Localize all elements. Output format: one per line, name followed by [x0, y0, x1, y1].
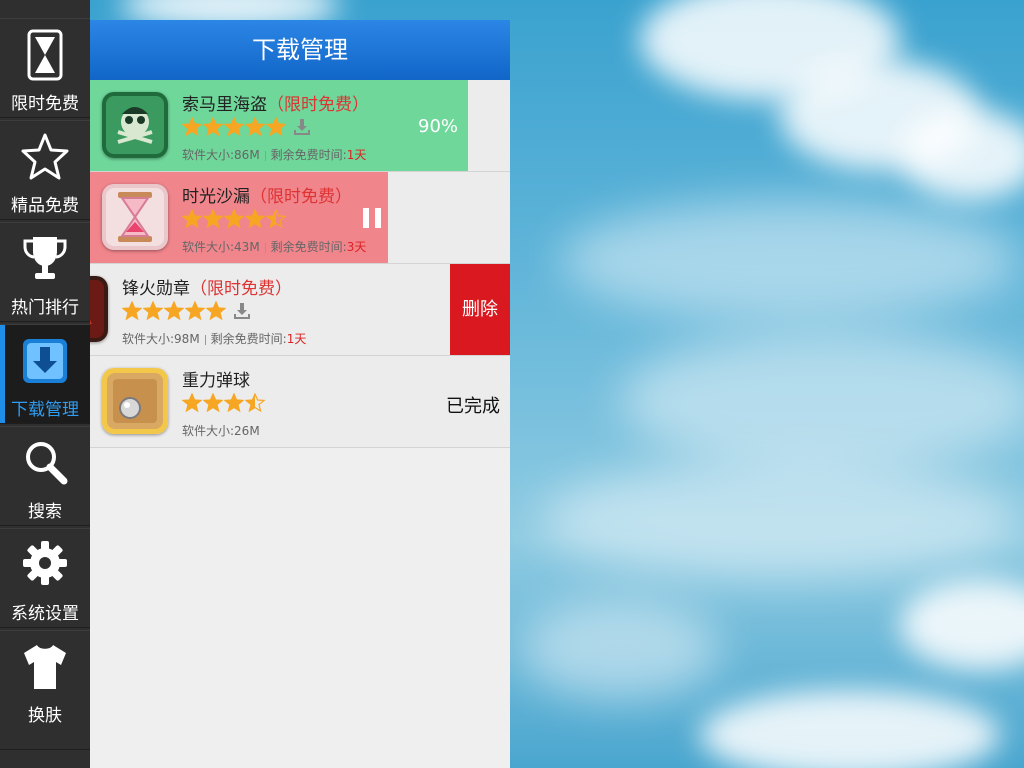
app-size: 软件大小:98M: [122, 332, 200, 346]
star-icon: [224, 392, 244, 412]
app-meta: 软件大小:98M 剩余免费时间:1天: [122, 330, 306, 347]
panel-header: 下载管理: [90, 20, 510, 80]
star-icon: [182, 392, 202, 412]
download-row-gravity-ball[interactable]: 重力弹球 软件大小:26M 已完成: [90, 356, 510, 448]
limited-free-tag: （限时免费）: [250, 187, 352, 207]
pause-icon[interactable]: [363, 208, 381, 228]
app-size: 软件大小:26M: [182, 424, 260, 438]
rating-stars: [182, 392, 266, 414]
hourglass-icon: [27, 29, 63, 81]
star-icon: [122, 300, 142, 320]
download-row-medal[interactable]: 锋火勋章（限时免费） 软件大小:98M 剩余免费时间:1天 删除: [90, 264, 510, 356]
app-icon-gravity-ball: [102, 368, 168, 434]
app-meta: 软件大小:43M 剩余免费时间:3天: [182, 238, 366, 255]
app-title: 重力弹球: [182, 371, 250, 391]
remaining-free-value: 1天: [286, 332, 307, 346]
star-icon: [203, 116, 223, 136]
sidebar-item-label: 限时免费: [11, 94, 79, 114]
star-icon: [245, 392, 265, 412]
star-icon: [203, 208, 223, 228]
star-icon: [203, 392, 223, 412]
star-icon: [224, 208, 244, 228]
sidebar-item-label: 搜索: [28, 502, 62, 522]
download-small-icon: [294, 118, 310, 135]
star-icon: [266, 116, 286, 136]
star-icon: [266, 208, 286, 228]
app-meta: 软件大小:26M: [182, 422, 260, 439]
trophy-icon: [23, 237, 67, 279]
download-manager-panel: 下载管理 索马里海盗（限时免费） 软件大小:86M剩余免费时间:1天 90%: [90, 20, 510, 768]
sidebar-item-settings[interactable]: 系统设置: [0, 528, 90, 628]
app-name: 锋火勋章（限时免费）: [122, 274, 292, 299]
star-icon: [182, 208, 202, 228]
sidebar-item-label: 系统设置: [11, 604, 79, 624]
download-row-pirates[interactable]: 索马里海盗（限时免费） 软件大小:86M 剩余免费时间:1天 90%: [90, 80, 510, 172]
rating-stars: [182, 208, 287, 230]
sidebar-item-limited-free[interactable]: 限时免费: [0, 18, 90, 118]
sidebar-item-ranking[interactable]: 热门排行: [0, 222, 90, 322]
limited-free-tag: （限时免费）: [267, 95, 369, 115]
rating-stars: [122, 300, 251, 322]
rating-stars: [182, 116, 311, 138]
download-icon: [23, 339, 67, 383]
sidebar-item-label: 精品免费: [11, 196, 79, 216]
search-icon: [26, 442, 68, 485]
star-icon: [164, 300, 184, 320]
sidebar-item-label: 换肤: [28, 706, 62, 726]
sidebar-item-premium-free[interactable]: 精品免费: [0, 120, 90, 220]
app-icon-pirates: [102, 92, 168, 158]
tshirt-icon: [24, 645, 66, 689]
star-icon: [245, 116, 265, 136]
remaining-free-label: 剩余免费时间:: [210, 332, 287, 346]
app-name: 索马里海盗（限时免费）: [182, 90, 369, 115]
remaining-free-label: 剩余免费时间:: [270, 240, 347, 254]
app-size: 软件大小:43M: [182, 240, 260, 254]
app-name: 重力弹球: [182, 366, 250, 391]
sidebar-item-label: 下载管理: [11, 400, 79, 420]
download-small-icon: [234, 302, 250, 319]
progress-percent: 90%: [418, 116, 459, 137]
star-icon: [182, 116, 202, 136]
app-name: 时光沙漏（限时免费）: [182, 182, 352, 207]
star-icon: [21, 133, 69, 180]
star-icon: [224, 116, 244, 136]
app-icon-medal: [90, 276, 108, 342]
sidebar-item-label: 热门排行: [11, 298, 79, 318]
star-icon: [143, 300, 163, 320]
app-icon-hourglass: [102, 184, 168, 250]
completed-status: 已完成: [446, 396, 500, 417]
app-title: 索马里海盗: [182, 95, 267, 115]
gear-icon: [23, 541, 67, 585]
star-icon: [185, 300, 205, 320]
download-row-hourglass[interactable]: 时光沙漏（限时免费） 软件大小:43M 剩余免费时间:3天: [90, 172, 510, 264]
limited-free-tag: （限时免费）: [190, 279, 292, 299]
sidebar: 限时免费 精品免费 热门排行 下载管理 搜索 系统设置 换肤: [0, 0, 90, 768]
remaining-free-label: 剩余免费时间:: [270, 148, 347, 162]
sidebar-item-download-manager[interactable]: 下载管理: [0, 324, 90, 424]
page-title: 下载管理: [252, 36, 348, 64]
app-title: 时光沙漏: [182, 187, 250, 207]
app-size: 软件大小:86M: [182, 148, 260, 162]
app-title: 锋火勋章: [122, 279, 190, 299]
star-icon: [206, 300, 226, 320]
sidebar-item-skin[interactable]: 换肤: [0, 630, 90, 750]
remaining-free-value: 1天: [346, 148, 367, 162]
star-icon: [245, 208, 265, 228]
remaining-free-value: 3天: [346, 240, 367, 254]
delete-button[interactable]: 删除: [450, 264, 510, 355]
app-meta: 软件大小:86M 剩余免费时间:1天: [182, 146, 366, 163]
sidebar-item-search[interactable]: 搜索: [0, 426, 90, 526]
